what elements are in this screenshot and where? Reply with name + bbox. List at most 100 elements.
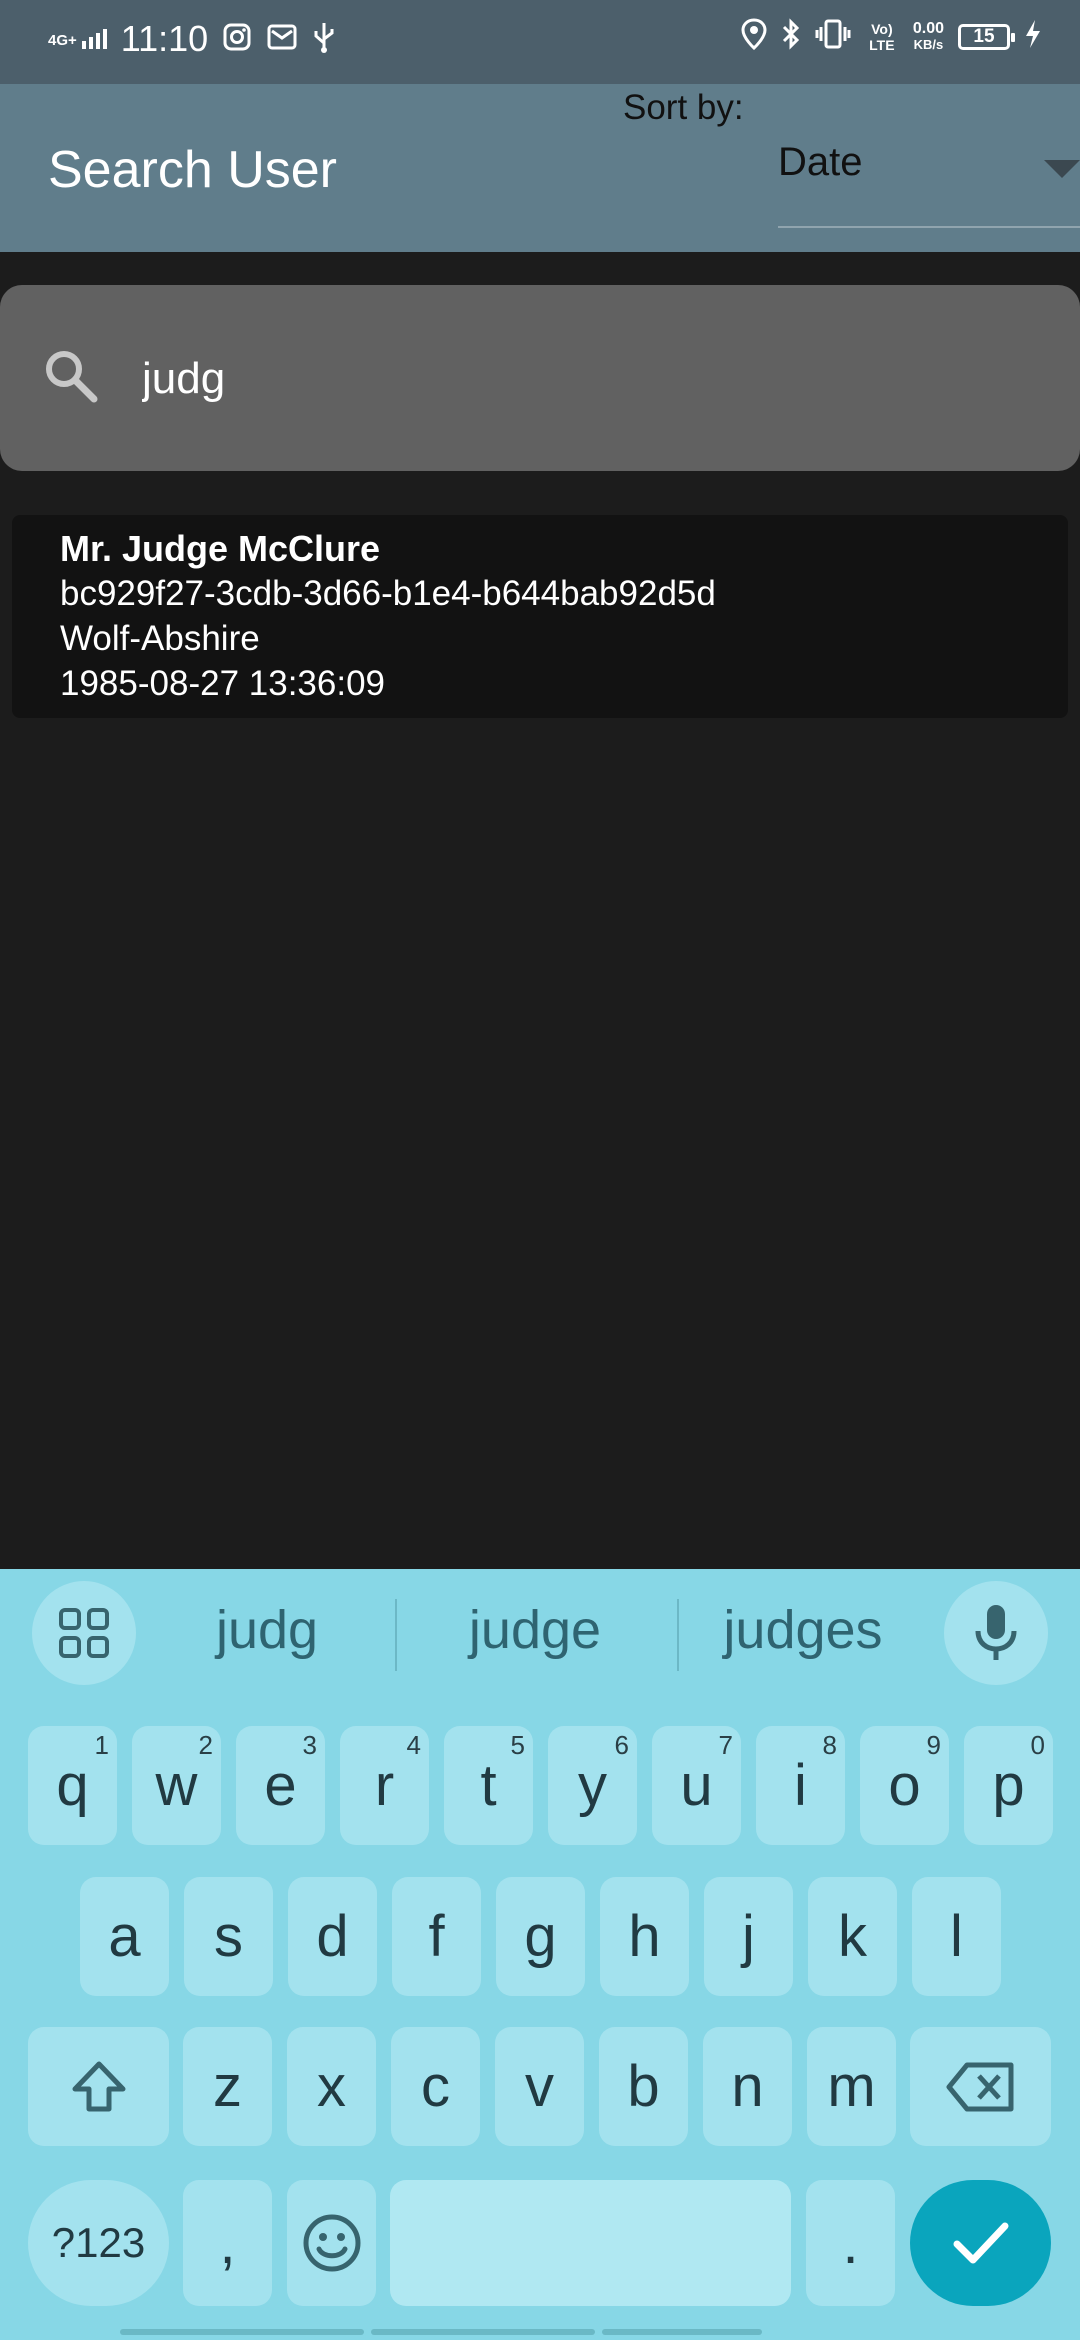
sort-dropdown[interactable]: Date [778, 126, 1080, 228]
key-number-hint: 1 [94, 1730, 109, 1760]
key-number-hint: 2 [198, 1730, 213, 1760]
key-c[interactable]: c [391, 2027, 480, 2146]
instagram-icon [222, 22, 252, 57]
key-number-hint: 5 [510, 1730, 525, 1760]
key-q[interactable]: q1 [28, 1726, 117, 1845]
clock: 11:10 [120, 18, 209, 59]
suggestion-divider [395, 1599, 397, 1671]
key-h[interactable]: h [600, 1877, 689, 1996]
key-label: t [480, 1753, 497, 1818]
key-number-hint: 4 [406, 1730, 421, 1760]
user-date: 1985-08-27 13:36:09 [60, 664, 385, 703]
search-icon [40, 345, 100, 410]
key-label: p [992, 1753, 1025, 1818]
usb-icon [312, 21, 336, 58]
key-y[interactable]: y6 [548, 1726, 637, 1845]
status-right: Vo) LTE 0.00 KB/s 15 [741, 18, 1042, 55]
user-company: Wolf-Abshire [60, 619, 260, 658]
key-label: e [264, 1753, 297, 1818]
emoji-icon [303, 2214, 360, 2272]
backspace-icon [946, 2062, 1013, 2111]
signal-icon: 4G+ [48, 29, 107, 49]
backspace-key[interactable] [910, 2027, 1051, 2146]
shift-key[interactable] [28, 2027, 169, 2146]
key-number-hint: 7 [718, 1730, 733, 1760]
key-z[interactable]: z [183, 2027, 272, 2146]
voice-input-button[interactable] [944, 1581, 1048, 1685]
key-g[interactable]: g [496, 1877, 585, 1996]
keyboard-menu-button[interactable] [32, 1581, 136, 1685]
user-id: bc929f27-3cdb-3d66-b1e4-b644bab92d5d [60, 574, 716, 613]
app-bar: Search User Sort by: Date [0, 84, 1080, 252]
key-label: u [680, 1753, 713, 1818]
space-bar[interactable] [390, 2180, 791, 2306]
key-number-hint: 0 [1030, 1730, 1045, 1760]
key-o[interactable]: o9 [860, 1726, 949, 1845]
battery-indicator: 15 [958, 23, 1015, 50]
key-l[interactable]: l [912, 1877, 1001, 1996]
dropdown-arrow-icon [1044, 160, 1080, 178]
net-speed-unit: KB/s [913, 36, 944, 52]
suggestion-strip: judg judge judges [0, 1569, 1080, 1699]
comma-key[interactable]: , [183, 2180, 272, 2306]
suggestion-3[interactable]: judges [678, 1599, 928, 1661]
key-w[interactable]: w2 [132, 1726, 221, 1845]
net-speed: 0.00 KB/s [912, 19, 944, 53]
key-label: q [56, 1753, 89, 1818]
nav-segment [371, 2329, 595, 2335]
suggestion-2[interactable]: judge [410, 1599, 660, 1661]
key-i[interactable]: i8 [756, 1726, 845, 1845]
bluetooth-icon [781, 18, 801, 55]
key-e[interactable]: e3 [236, 1726, 325, 1845]
done-button[interactable] [910, 2180, 1051, 2306]
key-s[interactable]: s [184, 1877, 273, 1996]
mail-icon [266, 22, 298, 57]
grid-icon [59, 1608, 109, 1658]
key-label: i [794, 1753, 807, 1818]
key-r[interactable]: r4 [340, 1726, 429, 1845]
checkmark-icon [953, 2222, 1008, 2264]
key-label: o [888, 1753, 921, 1818]
list-item[interactable]: Mr. Judge McClure bc929f27-3cdb-3d66-b1e… [12, 515, 1068, 718]
net-speed-value: 0.00 [912, 19, 944, 37]
key-u[interactable]: u7 [652, 1726, 741, 1845]
network-type: 4G+ [48, 32, 77, 49]
microphone-icon [975, 1605, 1017, 1660]
user-name: Mr. Judge McClure [60, 528, 381, 569]
period-key[interactable]: . [806, 2180, 895, 2306]
emoji-key[interactable] [287, 2180, 376, 2306]
key-label: w [155, 1753, 198, 1818]
key-d[interactable]: d [288, 1877, 377, 1996]
status-left: 4G+ 11:10 [48, 18, 336, 60]
key-p[interactable]: p0 [964, 1726, 1053, 1845]
key-x[interactable]: x [287, 2027, 376, 2146]
key-a[interactable]: a [80, 1877, 169, 1996]
key-n[interactable]: n [703, 2027, 792, 2146]
page-title: Search User [48, 141, 337, 199]
shift-icon [72, 2061, 125, 2111]
key-number-hint: 8 [822, 1730, 837, 1760]
key-label: y [578, 1753, 607, 1818]
status-bar: 4G+ 11:10 Vo) LTE 0.00 KB/s 15 [0, 0, 1080, 84]
key-v[interactable]: v [495, 2027, 584, 2146]
volte-label: Vo) LTE [869, 20, 895, 53]
key-b[interactable]: b [599, 2027, 688, 2146]
key-m[interactable]: m [807, 2027, 896, 2146]
key-j[interactable]: j [704, 1877, 793, 1996]
sort-selected-value: Date [778, 140, 863, 184]
nav-segment [120, 2329, 364, 2335]
key-number-hint: 3 [302, 1730, 317, 1760]
sort-label: Sort by: [623, 88, 744, 127]
search-input[interactable] [140, 340, 1024, 418]
nav-segment [602, 2329, 762, 2335]
key-t[interactable]: t5 [444, 1726, 533, 1845]
search-bar[interactable] [0, 285, 1080, 471]
key-label: r [374, 1753, 395, 1818]
navigation-gesture-bar [120, 2329, 960, 2335]
key-number-hint: 9 [926, 1730, 941, 1760]
location-icon [741, 18, 767, 55]
key-k[interactable]: k [808, 1877, 897, 1996]
key-f[interactable]: f [392, 1877, 481, 1996]
symbols-key[interactable]: ?123 [28, 2180, 169, 2306]
suggestion-1[interactable]: judg [142, 1599, 392, 1661]
